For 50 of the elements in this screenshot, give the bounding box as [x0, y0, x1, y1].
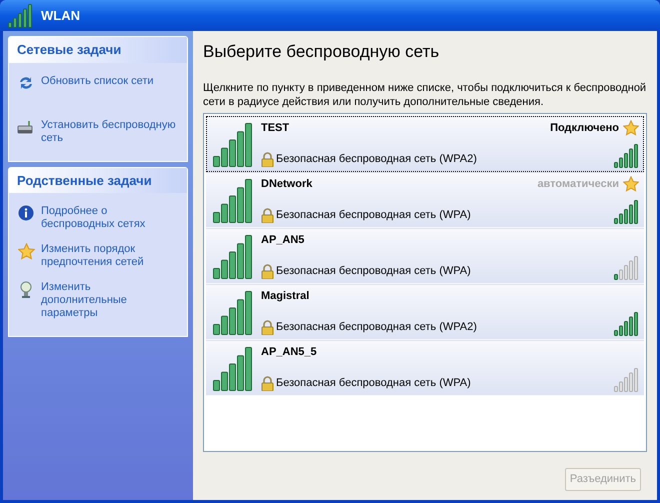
- info-icon: [18, 205, 34, 221]
- security-label: Безопасная беспроводная сеть (WPA2): [276, 320, 477, 335]
- signal-strength-icon: [213, 122, 253, 166]
- star-icon: [18, 243, 34, 260]
- task-link[interactable]: Изменить дополнительные параметры: [41, 281, 179, 320]
- signal-strength-icon: [213, 290, 253, 334]
- signal-icon: [8, 4, 33, 28]
- connection-status: автоматически: [537, 176, 619, 192]
- lightbulb-icon: [19, 281, 33, 299]
- star-icon: [623, 176, 639, 192]
- network-name: Magistral: [261, 288, 310, 304]
- padlock-icon: [261, 208, 274, 223]
- network-row[interactable]: AP_AN5_5 Безопасная беспроводная сеть (WPA): [206, 340, 644, 396]
- page-heading: Выберите беспроводную сеть: [203, 41, 440, 63]
- task-link[interactable]: Обновить список сети: [41, 74, 154, 88]
- task-link[interactable]: Установить беспроводную сеть: [41, 118, 179, 144]
- network-name: TEST: [261, 120, 290, 136]
- panel-header: Родственные задачи: [9, 168, 187, 193]
- security-label: Безопасная беспроводная сеть (WPA): [276, 264, 471, 279]
- connection-status: Подключено: [550, 120, 619, 136]
- usb-adapter-icon: [17, 118, 35, 134]
- signal-strength-icon: [614, 312, 639, 336]
- security-label: Безопасная беспроводная сеть (WPA): [276, 376, 471, 391]
- signal-strength-icon: [213, 234, 253, 278]
- panel-header: Сетевые задачи: [9, 37, 187, 62]
- star-icon: [623, 120, 639, 136]
- refresh-icon: [18, 74, 34, 90]
- network-row[interactable]: TEST Подключено Безопасная беспроводная сеть (WPA2): [206, 116, 644, 172]
- network-name: DNetwork: [261, 176, 312, 192]
- padlock-icon: [261, 320, 274, 335]
- instructions-text: Щелкните по пункту в приведенном ниже списке, чтобы подключиться к беспроводной сети в радиусе действия или получить дополнительные сведения.: [203, 80, 647, 108]
- signal-strength-icon: [614, 200, 639, 224]
- signal-strength-icon: [614, 256, 639, 280]
- task-link[interactable]: Изменить порядок предпочтения сетей: [41, 243, 179, 269]
- signal-strength-icon: [614, 144, 639, 168]
- task-link[interactable]: Подробнее о беспроводных сетях: [41, 205, 179, 231]
- network-row[interactable]: DNetwork автоматически Безопасная беспроводная сеть (WPA): [206, 172, 644, 228]
- security-label: Безопасная беспроводная сеть (WPA): [276, 208, 471, 223]
- padlock-icon: [261, 152, 274, 167]
- padlock-icon: [261, 264, 274, 279]
- signal-strength-icon: [213, 178, 253, 222]
- signal-strength-icon: [614, 368, 639, 392]
- signal-strength-icon: [213, 346, 253, 390]
- network-name: AP_AN5_5: [261, 344, 317, 360]
- padlock-icon: [261, 376, 274, 391]
- security-label: Безопасная беспроводная сеть (WPA2): [276, 152, 477, 167]
- network-row[interactable]: Magistral Безопасная беспроводная сеть (WPA2): [206, 284, 644, 340]
- network-name: AP_AN5: [261, 232, 304, 248]
- window-title: WLAN: [41, 6, 80, 25]
- network-row[interactable]: AP_AN5 Безопасная беспроводная сеть (WPA): [206, 228, 644, 284]
